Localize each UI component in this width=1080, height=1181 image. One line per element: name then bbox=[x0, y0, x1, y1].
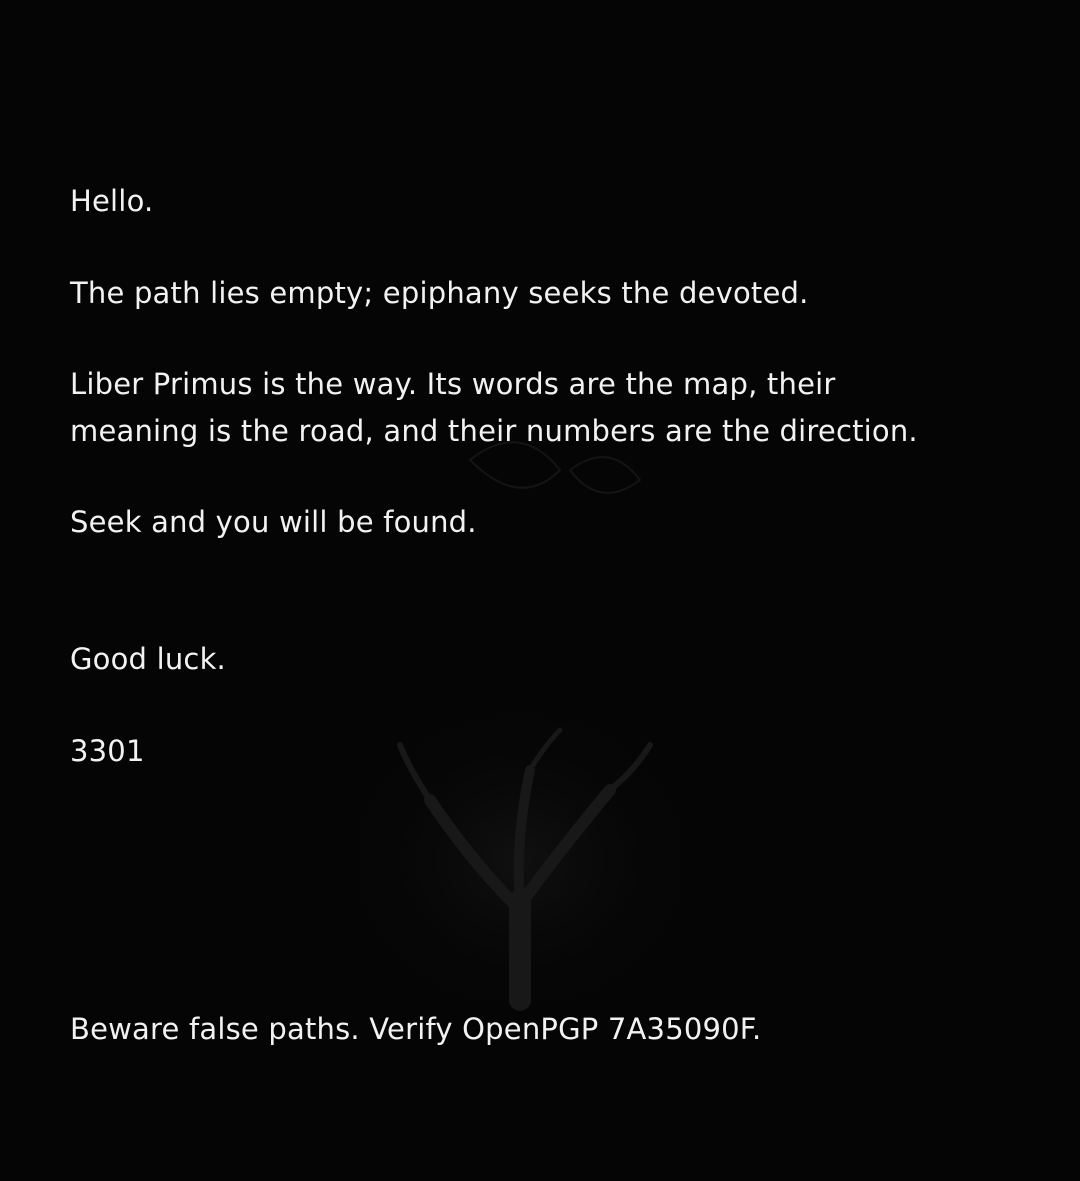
greeting-text: Hello. bbox=[70, 184, 154, 218]
good-luck-line: Good luck. bbox=[70, 642, 226, 676]
tree-icon bbox=[330, 441, 710, 1030]
signature-3301: 3301 bbox=[70, 734, 145, 768]
liber-primus-line-1: Liber Primus is the way. Its words are t… bbox=[70, 367, 836, 401]
message-page: Hello. The path lies empty; epiphany see… bbox=[0, 0, 1080, 1181]
liber-primus-line-2: meaning is the road, and their numbers a… bbox=[70, 414, 918, 448]
pgp-warning-line: Beware false paths. Verify OpenPGP 7A350… bbox=[70, 1012, 762, 1046]
seek-line: Seek and you will be found. bbox=[70, 505, 477, 539]
path-line: The path lies empty; epiphany seeks the … bbox=[70, 276, 809, 310]
